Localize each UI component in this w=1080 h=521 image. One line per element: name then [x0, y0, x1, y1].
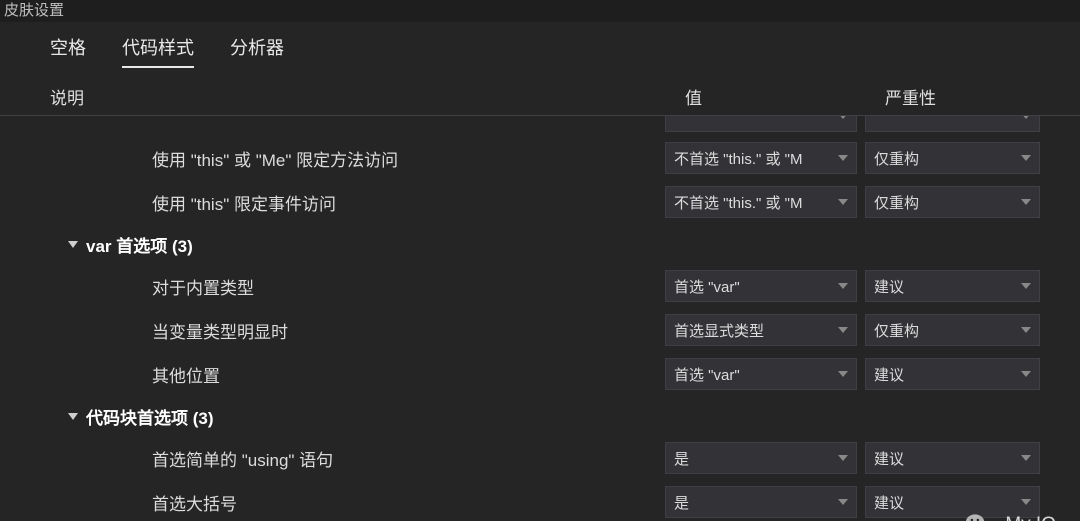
severity-dropdown[interactable]: 建议 [865, 442, 1040, 474]
chevron-down-icon [1021, 455, 1031, 461]
severity-text: 建议 [874, 492, 904, 513]
setting-row[interactable]: 当变量类型明显时首选显式类型 仅重构 [0, 308, 1080, 352]
chevron-down-icon [838, 499, 848, 505]
setting-row[interactable]: 使用 "this" 或 "Me" 限定方法访问不首选 "this." 或 "M 仅… [0, 136, 1080, 180]
setting-row[interactable] [0, 116, 1080, 136]
severity-dropdown[interactable]: 仅重构 [865, 142, 1040, 174]
setting-desc: 首选简单的 "using" 语句 [50, 446, 665, 471]
setting-row[interactable]: 对于内置类型首选 "var" 建议 [0, 264, 1080, 308]
col-severity: 严重性 [885, 84, 1045, 109]
value-text: 不首选 "this." 或 "M [674, 148, 802, 169]
value-dropdown[interactable]: 首选 "var" [665, 358, 857, 390]
severity-text: 仅重构 [874, 148, 919, 169]
settings-grid: 使用 "this" 或 "Me" 限定方法访问不首选 "this." 或 "M 仅… [0, 116, 1080, 521]
setting-desc: 使用 "this" 或 "Me" 限定方法访问 [50, 146, 665, 171]
value-dropdown[interactable]: 是 [665, 442, 857, 474]
chevron-down-icon [838, 199, 848, 205]
value-text: 首选 "var" [674, 364, 740, 385]
chevron-down-icon [1021, 327, 1031, 333]
severity-dropdown[interactable]: 建议 [865, 486, 1040, 518]
col-desc: 说明 [50, 84, 685, 109]
col-value: 值 [685, 84, 885, 109]
severity-text: 仅重构 [874, 192, 919, 213]
tab-2[interactable]: 分析器 [230, 34, 284, 68]
chevron-down-icon [1021, 283, 1031, 289]
group-label: var 首选项 (3) [86, 232, 193, 257]
expand-icon [68, 241, 78, 248]
severity-dropdown[interactable]: 仅重构 [865, 314, 1040, 346]
severity-text: 建议 [874, 276, 904, 297]
chevron-down-icon [838, 116, 848, 119]
value-text: 是 [674, 492, 689, 513]
window-title: 皮肤设置 [0, 0, 1080, 22]
setting-desc: 首选大括号 [50, 490, 665, 515]
group-header[interactable]: 代码块首选项 (3) [0, 396, 1080, 436]
chevron-down-icon [838, 455, 848, 461]
value-dropdown[interactable]: 首选 "var" [665, 270, 857, 302]
setting-row[interactable]: 首选简单的 "using" 语句是 建议 [0, 436, 1080, 480]
severity-dropdown[interactable] [865, 116, 1040, 132]
value-dropdown[interactable]: 是 [665, 486, 857, 518]
value-dropdown[interactable]: 不首选 "this." 或 "M [665, 186, 857, 218]
column-headers: 说明 值 严重性 [0, 78, 1080, 116]
value-dropdown[interactable]: 首选显式类型 [665, 314, 857, 346]
value-text: 首选显式类型 [674, 320, 764, 341]
setting-row[interactable]: 首选大括号是 建议 [0, 480, 1080, 521]
setting-row[interactable]: 其他位置首选 "var" 建议 [0, 352, 1080, 396]
chevron-down-icon [838, 371, 848, 377]
severity-dropdown[interactable]: 建议 [865, 358, 1040, 390]
chevron-down-icon [1021, 116, 1031, 119]
severity-text: 建议 [874, 448, 904, 469]
chevron-down-icon [1021, 199, 1031, 205]
value-dropdown[interactable] [665, 116, 857, 132]
setting-desc: 其他位置 [50, 362, 665, 387]
tab-1[interactable]: 代码样式 [122, 34, 194, 68]
chevron-down-icon [838, 327, 848, 333]
setting-desc: 对于内置类型 [50, 274, 665, 299]
severity-text: 仅重构 [874, 320, 919, 341]
severity-dropdown[interactable]: 仅重构 [865, 186, 1040, 218]
expand-icon [68, 413, 78, 420]
severity-dropdown[interactable]: 建议 [865, 270, 1040, 302]
chevron-down-icon [1021, 371, 1031, 377]
severity-text: 建议 [874, 364, 904, 385]
value-text: 不首选 "this." 或 "M [674, 192, 802, 213]
chevron-down-icon [838, 283, 848, 289]
tab-bar: 空格 代码样式 分析器 [0, 22, 1080, 78]
setting-desc: 当变量类型明显时 [50, 318, 665, 343]
chevron-down-icon [838, 155, 848, 161]
setting-desc: 使用 "this" 限定事件访问 [50, 190, 665, 215]
chevron-down-icon [1021, 155, 1031, 161]
tab-0[interactable]: 空格 [50, 34, 86, 68]
value-text: 首选 "var" [674, 276, 740, 297]
value-dropdown[interactable]: 不首选 "this." 或 "M [665, 142, 857, 174]
group-label: 代码块首选项 (3) [86, 404, 214, 429]
value-text: 是 [674, 448, 689, 469]
chevron-down-icon [1021, 499, 1031, 505]
group-header[interactable]: var 首选项 (3) [0, 224, 1080, 264]
setting-row[interactable]: 使用 "this" 限定事件访问不首选 "this." 或 "M 仅重构 [0, 180, 1080, 224]
